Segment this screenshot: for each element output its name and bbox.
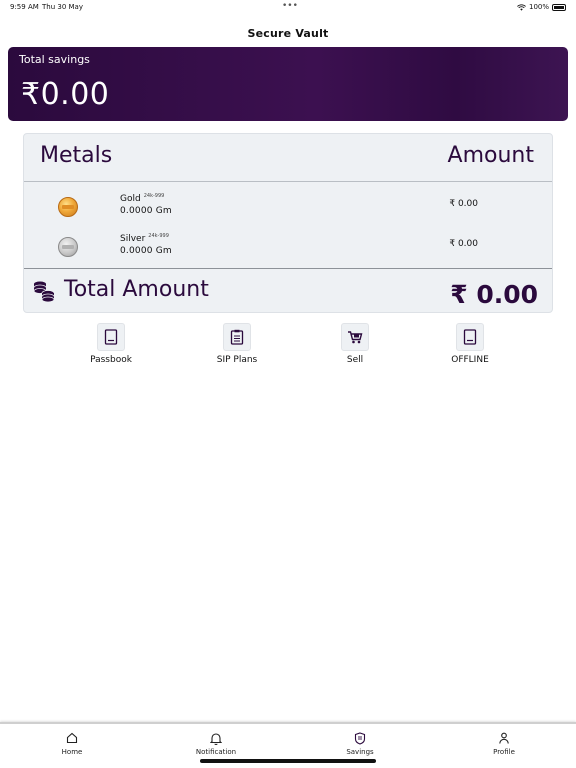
quick-actions: Passbook SIP Plans Sell OFFLINE	[0, 323, 576, 373]
savings-icon	[353, 731, 367, 745]
metal-purity: 24k-999	[148, 233, 169, 239]
sell-button[interactable]: Sell	[315, 323, 395, 365]
metal-name: Gold 24k-999	[120, 193, 164, 204]
nav-home[interactable]: Home	[32, 731, 112, 756]
status-time: 9:59 AM	[10, 3, 39, 11]
metals-header: Metals Amount	[24, 134, 552, 182]
profile-icon	[497, 731, 511, 745]
home-indicator[interactable]	[200, 759, 376, 763]
nav-notification[interactable]: Notification	[176, 731, 256, 756]
metal-name-text: Silver	[120, 234, 146, 244]
battery-icon	[552, 3, 566, 11]
sip-plans-button[interactable]: SIP Plans	[197, 323, 277, 365]
metal-purity: 24k-999	[143, 193, 165, 199]
status-bar: 9:59 AM Thu 30 May ••• 100%	[0, 0, 576, 14]
metal-name-text: Gold	[120, 194, 141, 204]
passbook-button[interactable]: Passbook	[71, 323, 151, 365]
total-savings-card: Total savings ₹0.00	[8, 47, 568, 121]
total-amount-label: Total Amount	[64, 277, 209, 302]
sip-plans-label: SIP Plans	[216, 355, 258, 365]
passbook-icon	[97, 323, 125, 351]
clipboard-icon	[223, 323, 251, 351]
multitasking-dots[interactable]: •••	[282, 1, 298, 11]
nav-notification-label: Notification	[195, 748, 237, 756]
offline-label: OFFLINE	[451, 355, 489, 365]
metal-quantity: 0.0000 Gm	[120, 246, 172, 256]
battery-percent: 100%	[528, 3, 549, 11]
metal-row-silver: Silver 24k-999 0.0000 Gm ₹ 0.00	[24, 230, 552, 266]
total-savings-label: Total savings	[19, 53, 90, 66]
coins-stack-icon	[33, 281, 55, 303]
nav-profile[interactable]: Profile	[464, 731, 544, 756]
passbook-label: Passbook	[90, 355, 132, 365]
nav-savings-label: Savings	[346, 748, 374, 756]
metals-column-header: Metals	[40, 143, 113, 168]
nav-profile-label: Profile	[493, 748, 515, 756]
amount-column-header: Amount	[447, 143, 534, 168]
sell-label: Sell	[346, 355, 364, 365]
page-title: Secure Vault	[247, 27, 329, 40]
offline-button[interactable]: OFFLINE	[430, 323, 510, 365]
status-indicators: 100%	[517, 3, 566, 11]
cart-icon	[341, 323, 369, 351]
metal-value: ₹ 0.00	[449, 239, 478, 249]
wifi-icon	[517, 3, 526, 11]
metal-value: ₹ 0.00	[449, 199, 478, 209]
total-amount-value: ₹ 0.00	[450, 280, 538, 309]
status-date: Thu 30 May	[42, 3, 83, 11]
nav-savings[interactable]: Savings	[320, 731, 400, 756]
metal-row-gold: Gold 24k-999 0.0000 Gm ₹ 0.00	[24, 190, 552, 226]
metal-name: Silver 24k-999	[120, 233, 169, 244]
metal-quantity: 0.0000 Gm	[120, 206, 172, 216]
book-icon	[456, 323, 484, 351]
silver-coin-icon	[58, 237, 78, 257]
metals-card: Metals Amount Gold 24k-999 0.0000 Gm ₹ 0.…	[23, 133, 553, 313]
nav-home-label: Home	[61, 748, 83, 756]
total-savings-amount: ₹0.00	[21, 77, 110, 112]
home-icon	[65, 731, 79, 745]
gold-coin-icon	[58, 197, 78, 217]
bell-icon	[209, 731, 223, 745]
total-divider	[24, 268, 552, 269]
